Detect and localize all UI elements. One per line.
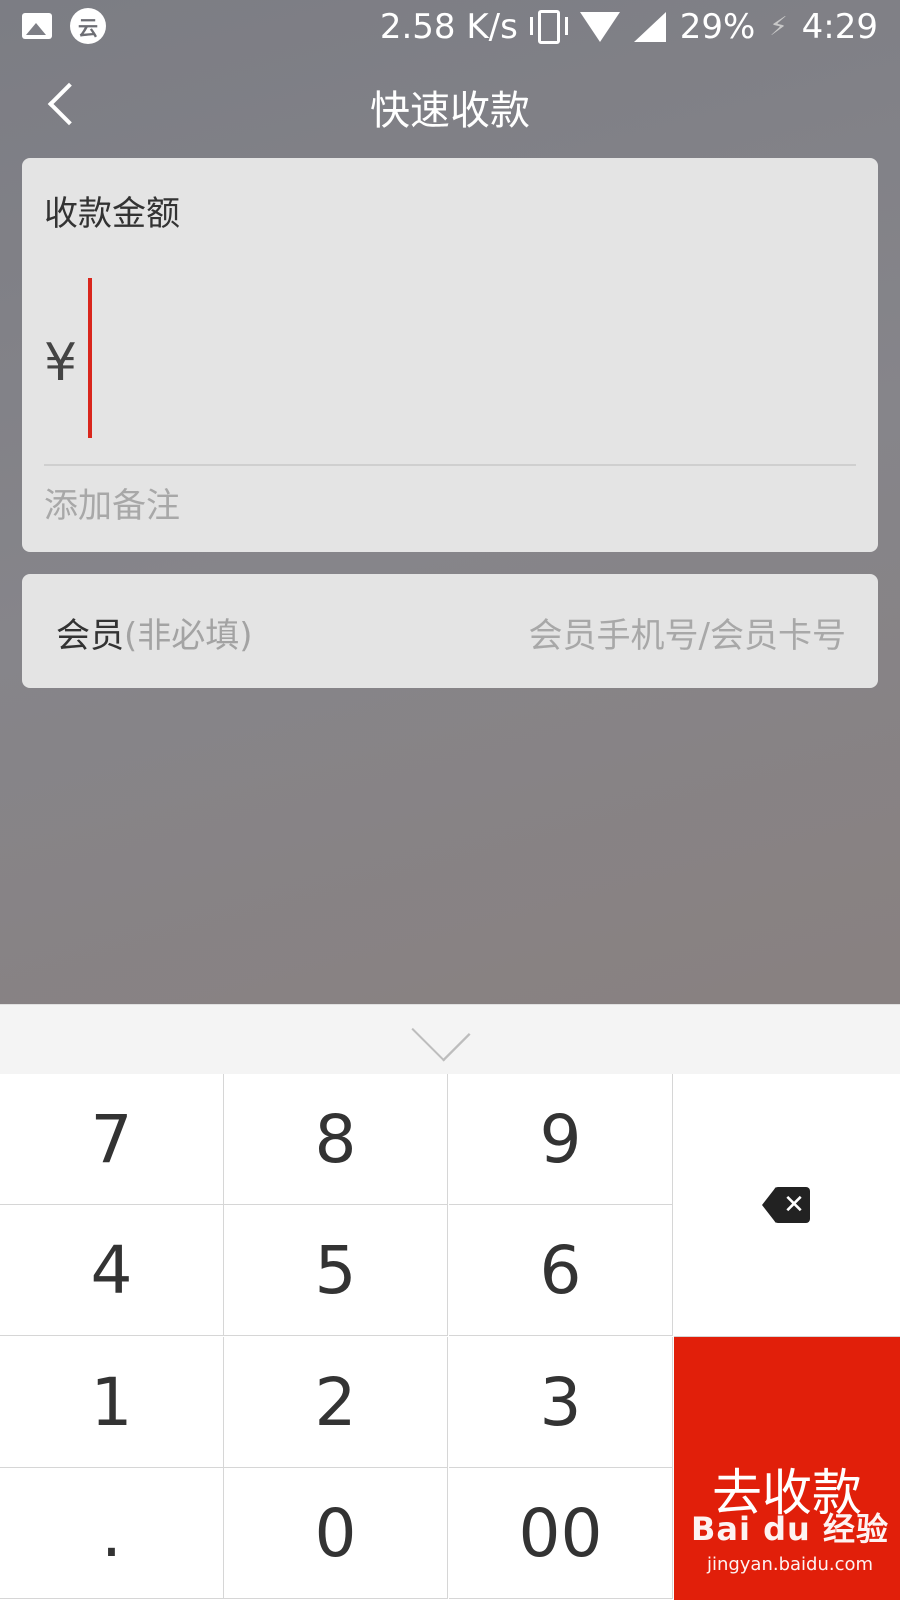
charging-icon: ⚡	[769, 12, 788, 42]
amount-card: 收款金额 ¥ 添加备注	[22, 158, 878, 552]
member-label-text: 会员	[56, 616, 124, 656]
status-bar: 云 2.58 K/s 29% ⚡ 4:29	[0, 0, 900, 52]
chevron-down-icon[interactable]	[411, 1002, 471, 1062]
nav-bar: 快速收款	[0, 60, 900, 150]
member-input[interactable]: 会员手机号/会员卡号	[529, 608, 846, 657]
status-right: 2.58 K/s 29% ⚡ 4:29	[380, 4, 878, 50]
wifi-icon	[579, 12, 620, 42]
image-icon	[22, 13, 52, 39]
key-3[interactable]: 3	[449, 1337, 673, 1468]
member-card[interactable]: 会员(非必填) 会员手机号/会员卡号	[22, 574, 878, 688]
key-7[interactable]: 7	[0, 1074, 224, 1205]
watermark: Bai du 经验 jingyan.baidu.com	[690, 1504, 890, 1594]
remark-input[interactable]: 添加备注	[44, 476, 844, 536]
currency-symbol: ¥	[44, 333, 78, 393]
network-speed: 2.58 K/s	[379, 7, 518, 47]
signal-icon	[633, 12, 666, 42]
key-00[interactable]: 00	[449, 1468, 673, 1599]
key-0[interactable]: 0	[224, 1468, 448, 1599]
key-6[interactable]: 6	[449, 1205, 673, 1336]
key-9[interactable]: 9	[449, 1074, 673, 1205]
watermark-url: jingyan.baidu.com	[706, 1554, 874, 1575]
baidu-jingyan-logo: Bai du 经验	[691, 1510, 889, 1548]
battery-percent: 29%	[679, 7, 756, 47]
amount-label: 收款金额	[44, 194, 180, 234]
backspace-icon: ✕	[762, 1187, 812, 1223]
amount-input[interactable]	[88, 278, 848, 438]
key-8[interactable]: 8	[224, 1074, 448, 1205]
delete-button[interactable]: ✕	[674, 1074, 900, 1337]
key-2[interactable]: 2	[224, 1337, 448, 1468]
text-cursor	[88, 278, 92, 438]
divider	[44, 464, 856, 466]
clock: 4:29	[801, 7, 878, 47]
cloud-icon: 云	[70, 8, 106, 44]
member-optional-note: (非必填)	[124, 616, 253, 656]
key-1[interactable]: 1	[0, 1337, 224, 1468]
vibrate-icon	[529, 10, 568, 44]
key-dot[interactable]: .	[0, 1468, 224, 1599]
key-4[interactable]: 4	[0, 1205, 224, 1336]
keyboard-handle[interactable]	[0, 1002, 900, 1075]
page-title: 快速收款	[370, 88, 530, 134]
member-label: 会员(非必填)	[56, 608, 253, 657]
key-5[interactable]: 5	[224, 1205, 448, 1336]
status-left: 云	[22, 8, 106, 44]
